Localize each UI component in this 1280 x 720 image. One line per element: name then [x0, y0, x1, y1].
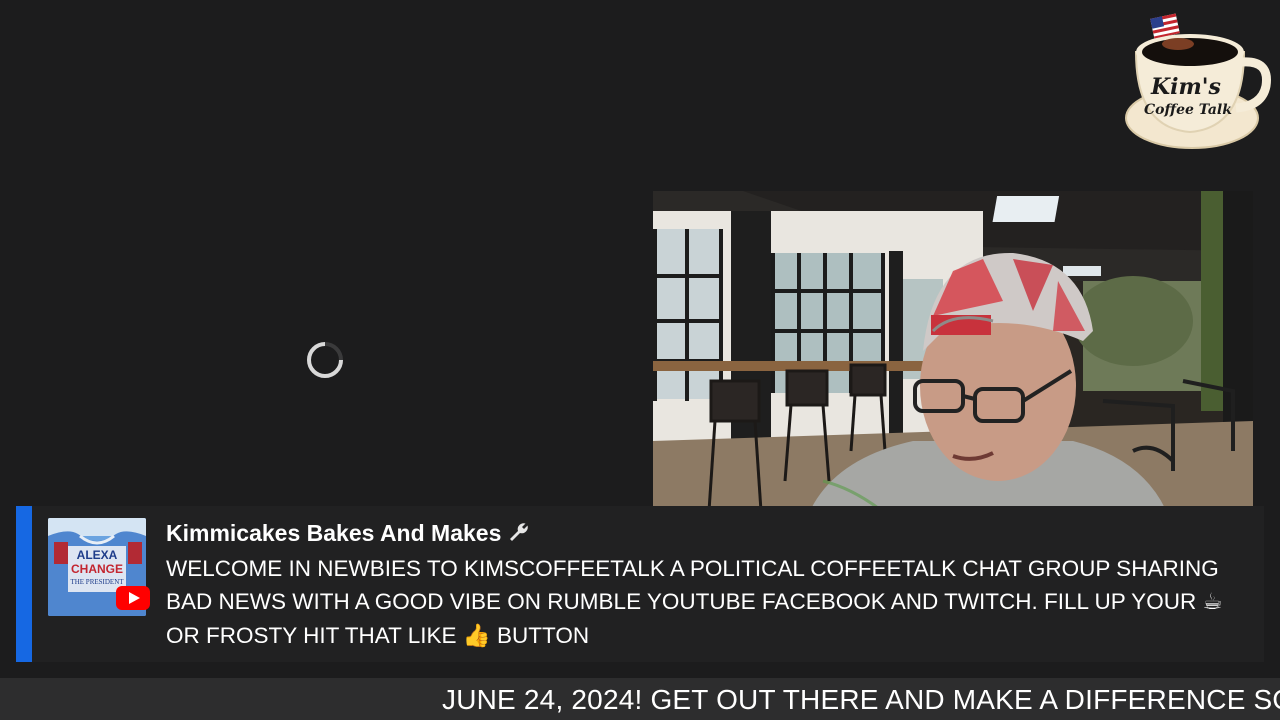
avatar-shirt-line1: ALEXA [77, 548, 118, 562]
logo-line1: Kim's [1150, 74, 1221, 100]
coffee-cup-icon: ☕ [1202, 589, 1223, 615]
webcam-feed [653, 191, 1253, 529]
youtube-icon [116, 586, 150, 610]
avatar-shirt-line2: CHANGE [71, 562, 123, 576]
chat-message-text: WELCOME IN NEWBIES TO KIMSCOFFEETALK A P… [166, 552, 1241, 653]
logo-line2: Coffee Talk [1144, 102, 1232, 118]
kims-coffee-talk-logo: Kim's Coffee Talk [1122, 10, 1272, 155]
chat-message-card: ALEXA CHANGE THE PRESIDENT Kimmicakes Ba… [16, 506, 1264, 662]
chat-author: Kimmicakes Bakes And Makes [166, 520, 531, 547]
news-ticker: JUNE 24, 2024! GET OUT THERE AND MAKE A … [0, 678, 1280, 720]
avatar-shirt-line3: THE PRESIDENT [70, 578, 124, 586]
chat-author-name: Kimmicakes Bakes And Makes [166, 520, 502, 546]
stream-overlay: Kim's Coffee Talk ALEXA CHANGE THE PRESI… [0, 0, 1280, 720]
wrench-icon [507, 520, 531, 544]
message-part3: BUTTON [490, 623, 590, 648]
loading-spinner-icon [306, 341, 344, 379]
ticker-text: JUNE 24, 2024! GET OUT THERE AND MAKE A … [442, 684, 1280, 715]
thumbs-up-icon: 👍 [462, 623, 491, 649]
chat-accent-bar [16, 506, 32, 662]
message-part1: WELCOME IN NEWBIES TO KIMSCOFFEETALK A P… [166, 556, 1219, 614]
message-part2: OR FROSTY HIT THAT LIKE [166, 623, 463, 648]
